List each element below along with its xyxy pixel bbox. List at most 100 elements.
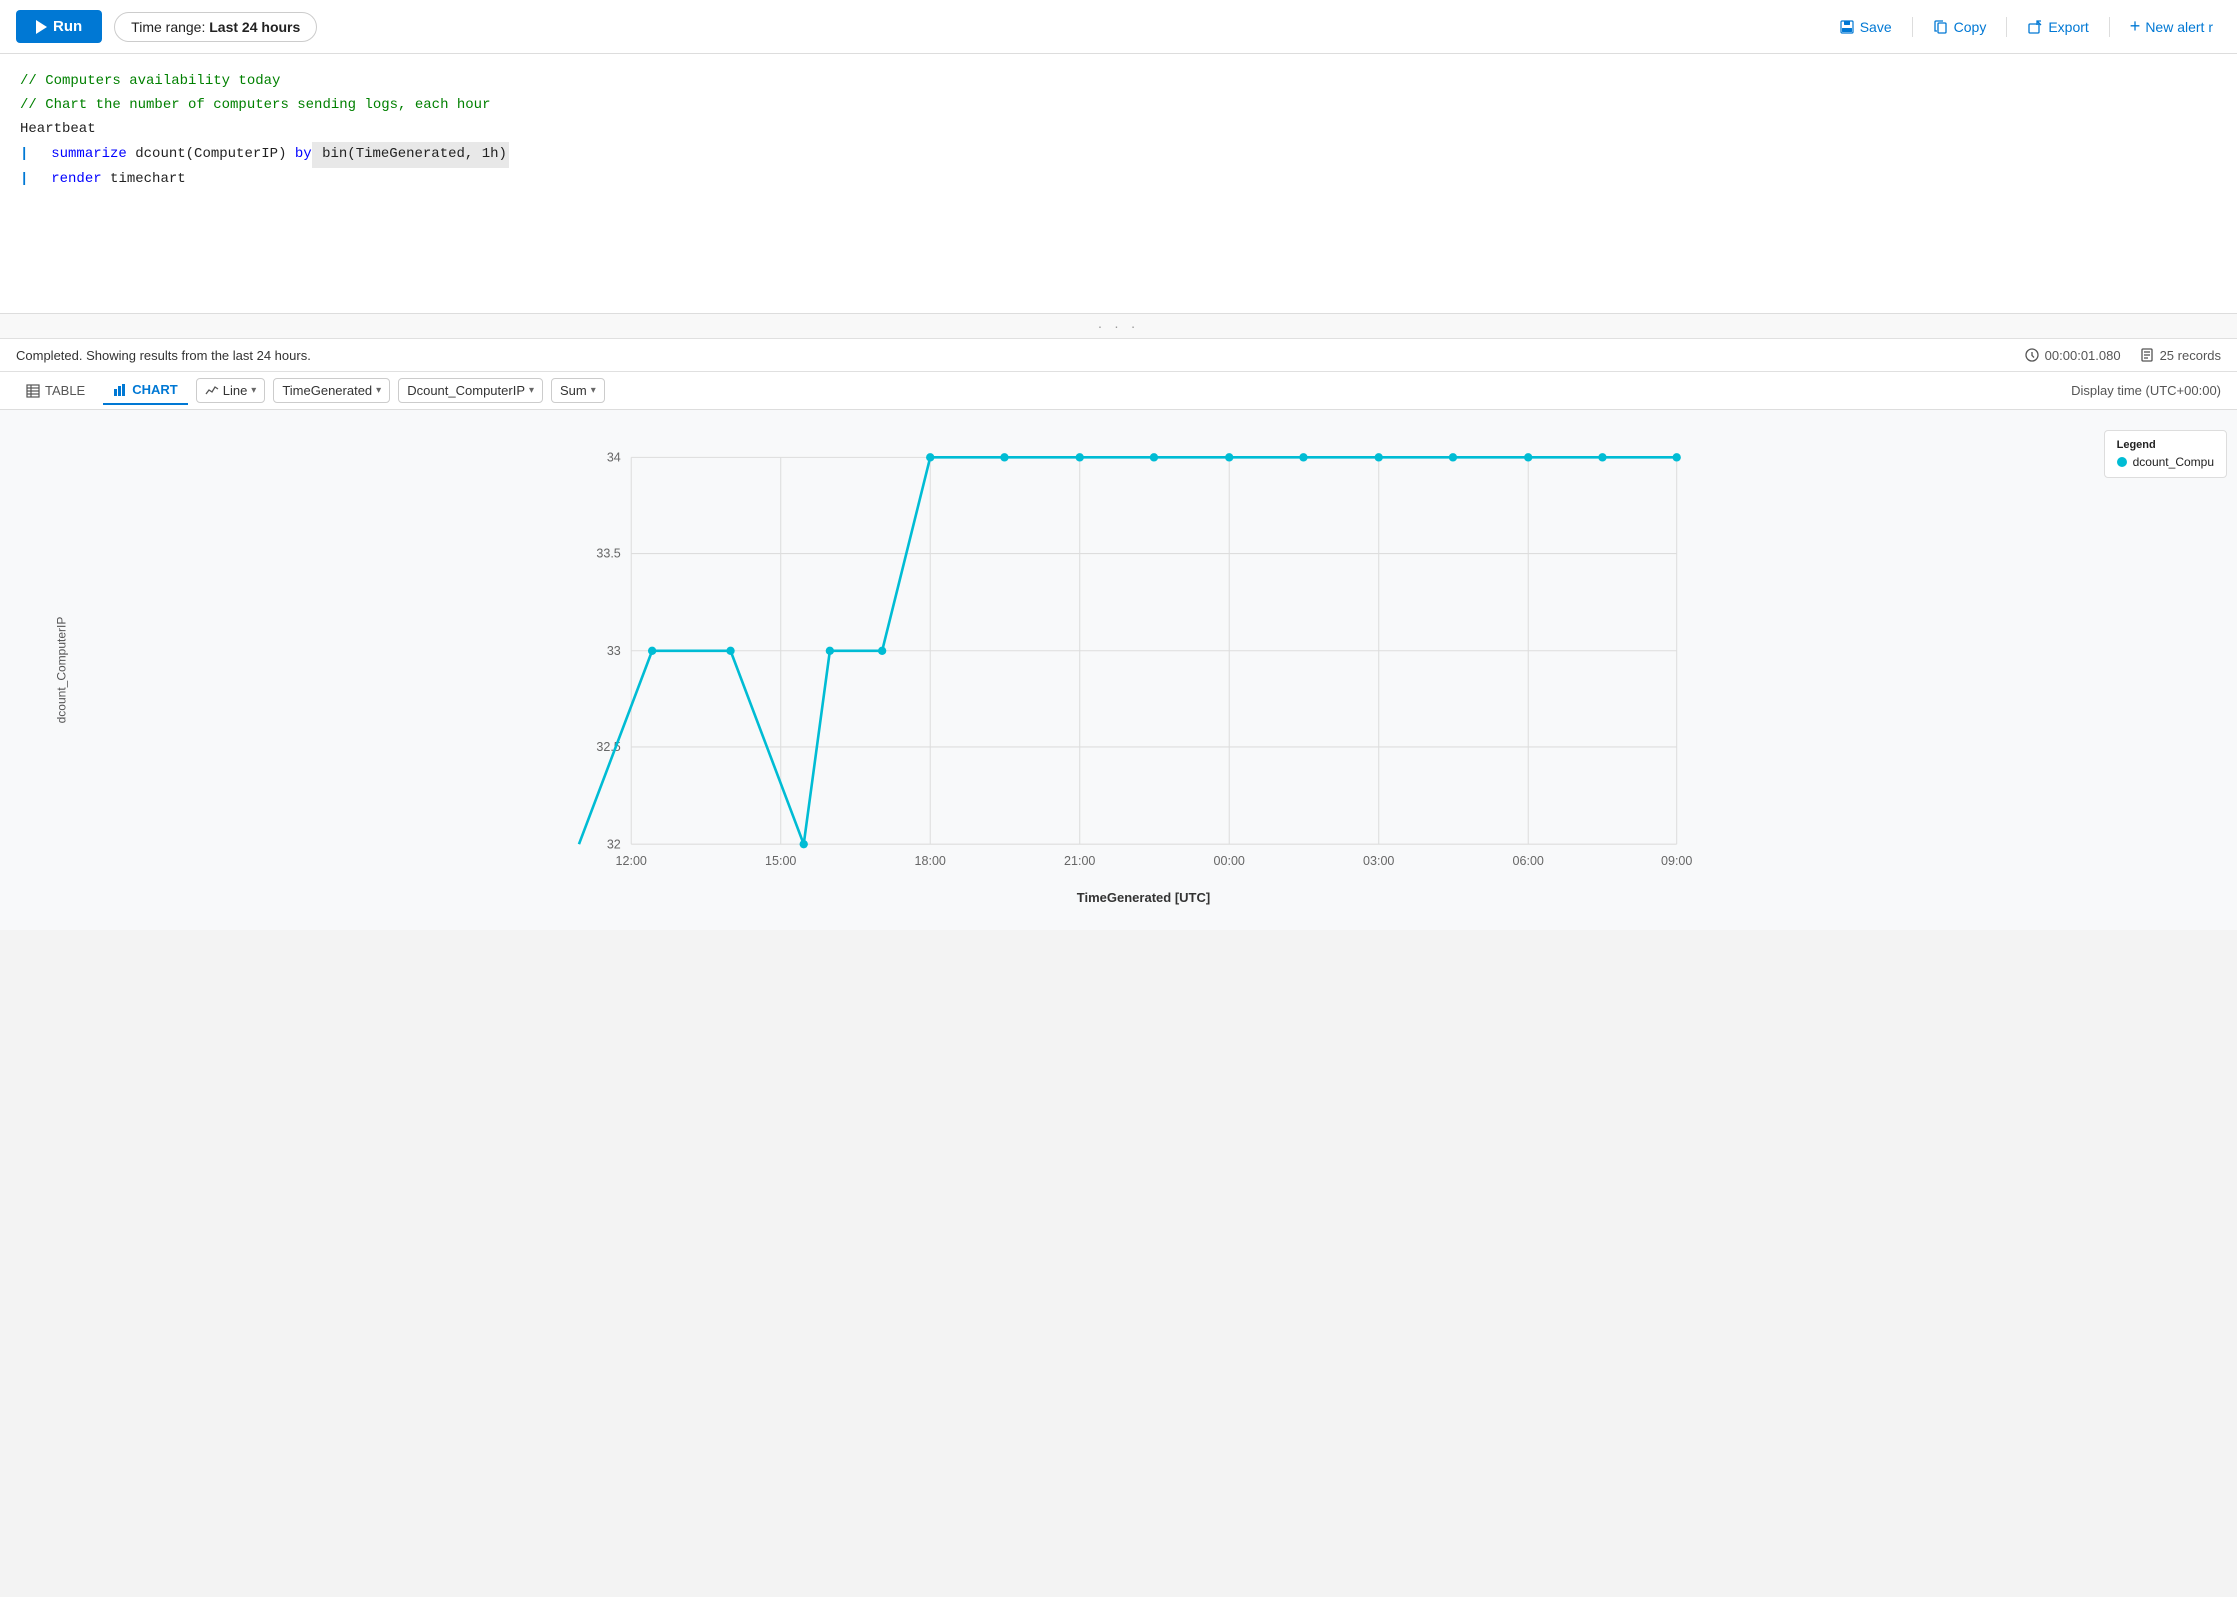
data-point	[1449, 453, 1457, 461]
svg-text:34: 34	[607, 451, 621, 465]
editor-line-4: | summarize dcount(ComputerIP) by bin(Ti…	[20, 142, 2217, 168]
data-point	[878, 647, 886, 655]
data-point	[1299, 453, 1307, 461]
tab-table[interactable]: TABLE	[16, 377, 95, 404]
tab-chart-label: CHART	[132, 382, 178, 397]
new-alert-label: New alert r	[2145, 19, 2213, 35]
render-args: timechart	[102, 168, 186, 192]
divider1	[1912, 17, 1913, 37]
chart-area: dcount_ComputerIP Legend dcount_Compu 34…	[0, 410, 2237, 930]
save-icon	[1839, 19, 1855, 35]
data-point	[1000, 453, 1008, 461]
svg-text:18:00: 18:00	[915, 854, 946, 868]
chart-legend: Legend dcount_Compu	[2104, 430, 2227, 478]
x-axis-caret: ▾	[376, 385, 381, 396]
time-range-label: Time range:	[131, 19, 205, 35]
chart-type-dropdown[interactable]: Line ▾	[196, 378, 266, 403]
dropdown-caret: ▾	[251, 385, 256, 396]
export-icon	[2027, 19, 2043, 35]
legend-dot-1	[2117, 457, 2127, 467]
results-bar: Completed. Showing results from the last…	[0, 339, 2237, 372]
data-point	[648, 647, 656, 655]
svg-text:00:00: 00:00	[1214, 854, 1245, 868]
tab-table-label: TABLE	[45, 383, 85, 398]
summarize-kw: summarize	[51, 143, 127, 167]
divider2	[2006, 17, 2007, 37]
legend-label-1: dcount_Compu	[2133, 455, 2214, 469]
save-button[interactable]: Save	[1831, 15, 1900, 39]
data-point	[1225, 453, 1233, 461]
x-axis-title: TimeGenerated [UTC]	[60, 890, 2227, 905]
y-axis-title: dcount_ComputerIP	[54, 617, 68, 724]
toolbar: Run Time range: Last 24 hours Save Copy …	[0, 0, 2237, 54]
table-icon	[26, 384, 40, 398]
duration-item: 00:00:01.080	[2024, 347, 2121, 363]
pipe-1: |	[20, 143, 28, 167]
records-item: 25 records	[2139, 347, 2221, 363]
line-chart-icon	[205, 384, 219, 398]
results-status: Completed. Showing results from the last…	[16, 348, 311, 363]
x-axis-dropdown[interactable]: TimeGenerated ▾	[273, 378, 390, 403]
svg-text:33: 33	[607, 644, 621, 658]
x-axis-label: TimeGenerated	[282, 383, 372, 398]
y-axis-dropdown[interactable]: Dcount_ComputerIP ▾	[398, 378, 543, 403]
copy-button[interactable]: Copy	[1925, 15, 1995, 39]
editor-line-3: Heartbeat	[20, 118, 2217, 142]
aggregation-label: Sum	[560, 383, 587, 398]
time-range-value: Last 24 hours	[209, 19, 300, 35]
run-label: Run	[53, 18, 82, 35]
by-kw: by	[295, 143, 312, 167]
display-time: Display time (UTC+00:00)	[2071, 383, 2221, 398]
pipe-2: |	[20, 168, 28, 192]
tab-bar: TABLE CHART Line ▾ TimeGenerated ▾ Dcoun…	[0, 372, 2237, 410]
time-range-button[interactable]: Time range: Last 24 hours	[114, 12, 317, 42]
data-point	[726, 647, 734, 655]
tab-chart[interactable]: CHART	[103, 376, 188, 405]
data-point	[1524, 453, 1532, 461]
data-point	[826, 647, 834, 655]
svg-text:09:00: 09:00	[1661, 854, 1692, 868]
new-alert-icon: +	[2130, 16, 2141, 37]
chart-svg: 34 33.5 33 32.5 32 12:00 15:00 18:00 21:…	[60, 426, 2227, 886]
svg-text:03:00: 03:00	[1363, 854, 1394, 868]
legend-item-1: dcount_Compu	[2117, 455, 2214, 469]
results-meta: 00:00:01.080 25 records	[2024, 347, 2221, 363]
svg-text:33.5: 33.5	[596, 547, 620, 561]
data-point	[926, 453, 934, 461]
new-alert-button[interactable]: + New alert r	[2122, 12, 2221, 41]
comment-2: // Chart the number of computers sending…	[20, 94, 490, 118]
data-point	[1076, 453, 1084, 461]
duration-value: 00:00:01.080	[2045, 348, 2121, 363]
run-button[interactable]: Run	[16, 10, 102, 43]
svg-text:21:00: 21:00	[1064, 854, 1095, 868]
aggregation-dropdown[interactable]: Sum ▾	[551, 378, 605, 403]
svg-text:15:00: 15:00	[765, 854, 796, 868]
data-point	[800, 840, 808, 848]
data-point	[1598, 453, 1606, 461]
bin-args: bin(TimeGenerated, 1h)	[312, 142, 509, 168]
data-point	[1673, 453, 1681, 461]
render-kw: render	[51, 168, 101, 192]
data-point	[1375, 453, 1383, 461]
chart-type-label: Line	[223, 383, 248, 398]
editor[interactable]: // Computers availability today // Chart…	[0, 54, 2237, 314]
svg-text:06:00: 06:00	[1513, 854, 1544, 868]
records-icon	[2139, 347, 2155, 363]
chart-bar-icon	[113, 383, 127, 397]
copy-icon	[1933, 19, 1949, 35]
records-value: 25 records	[2160, 348, 2221, 363]
svg-text:32: 32	[607, 837, 621, 851]
editor-line-1: // Computers availability today	[20, 70, 2217, 94]
export-label: Export	[2048, 19, 2088, 35]
comment-1: // Computers availability today	[20, 70, 280, 94]
y-axis-caret: ▾	[529, 385, 534, 396]
editor-line-5: | render timechart	[20, 168, 2217, 192]
aggregation-caret: ▾	[591, 385, 596, 396]
export-button[interactable]: Export	[2019, 15, 2096, 39]
copy-label: Copy	[1954, 19, 1987, 35]
y-axis-label: Dcount_ComputerIP	[407, 383, 525, 398]
editor-line-2: // Chart the number of computers sending…	[20, 94, 2217, 118]
divider3	[2109, 17, 2110, 37]
summarize-args: dcount(ComputerIP)	[127, 143, 295, 167]
drag-handle[interactable]: · · ·	[0, 314, 2237, 339]
